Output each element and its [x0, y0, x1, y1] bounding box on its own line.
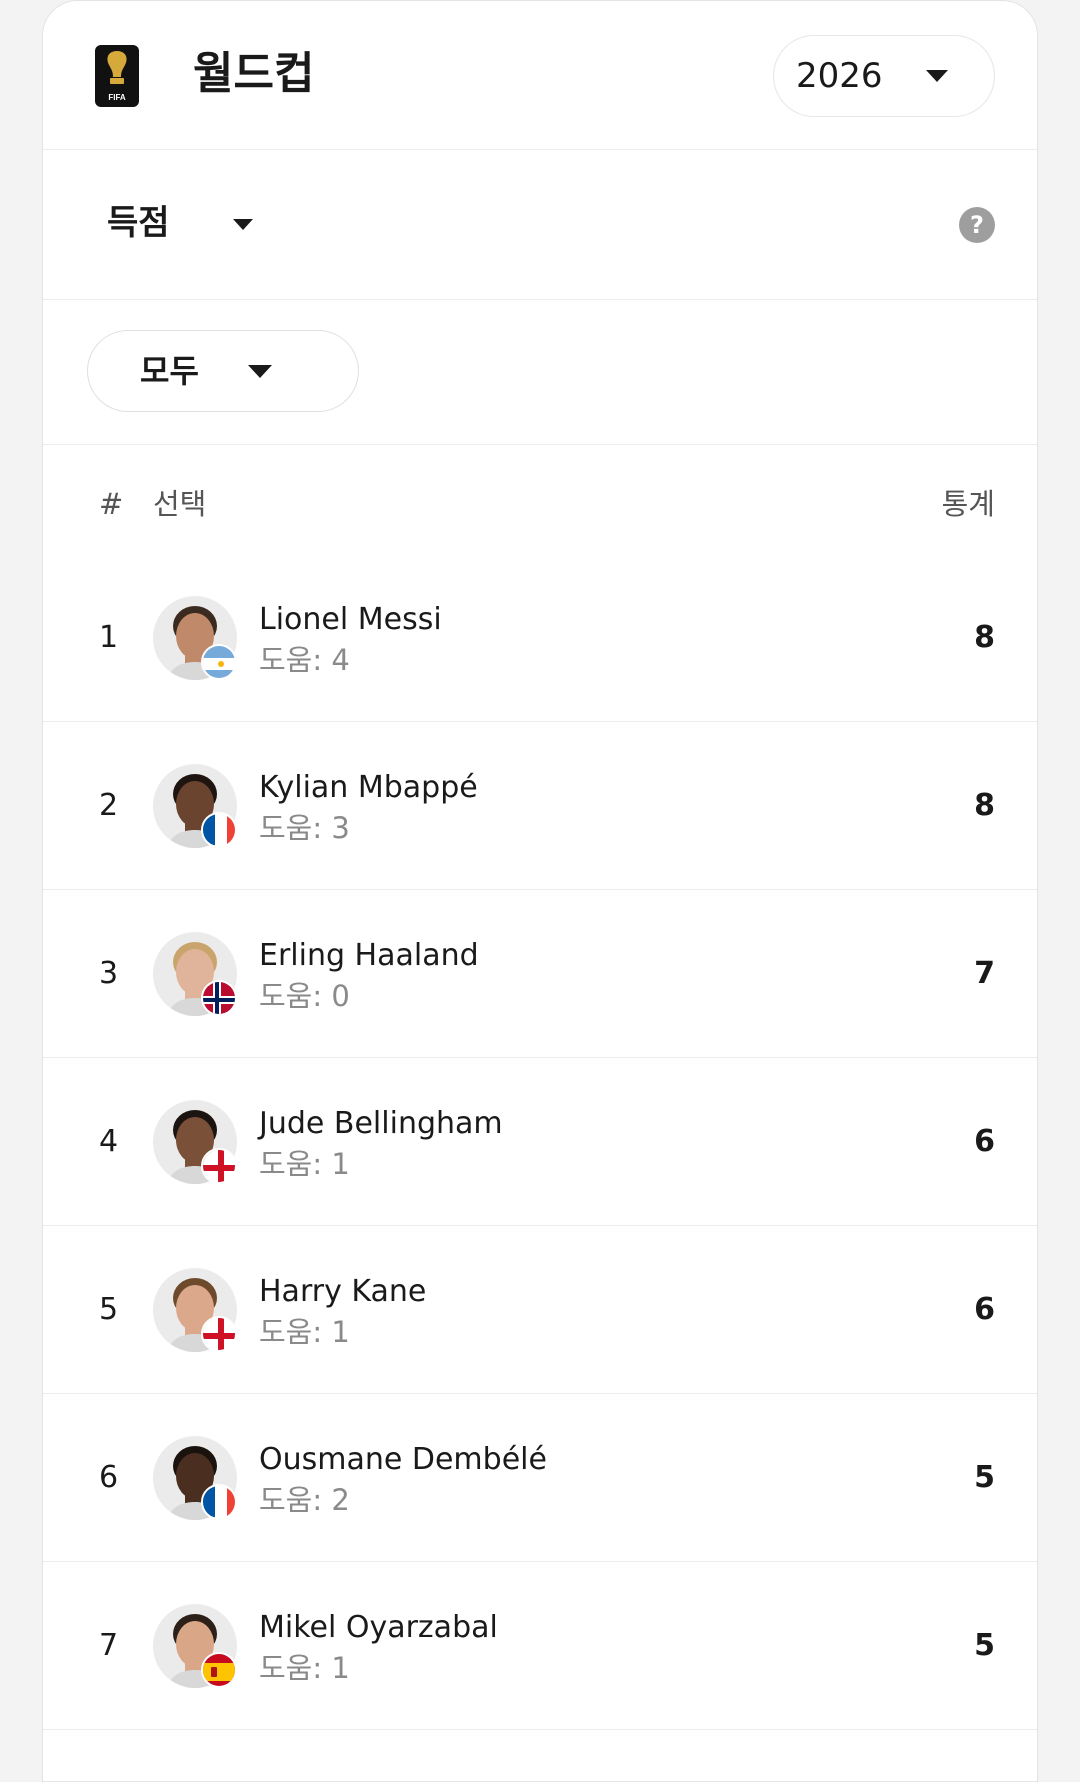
player-row[interactable]: 2 Kylian Mbappé 도움: 3 8	[43, 722, 1037, 890]
player-goals: 6	[974, 1292, 995, 1327]
player-assists: 도움: 1	[259, 1651, 350, 1685]
player-assists: 도움: 4	[259, 643, 350, 677]
stat-type-row: 득점 ?	[43, 149, 1037, 300]
season-select[interactable]: 2026	[773, 35, 995, 117]
player-row[interactable]: 5 Harry Kane 도움: 1 6	[43, 1226, 1037, 1394]
player-name: Jude Bellingham	[259, 1106, 503, 1141]
player-rank: 7	[99, 1628, 119, 1663]
player-avatar	[153, 1604, 237, 1688]
player-row[interactable]: 1 Lionel Messi 도움: 4 8	[43, 554, 1037, 722]
player-assists: 도움: 0	[259, 979, 350, 1013]
player-rank: 2	[99, 788, 119, 823]
player-row[interactable]: 3 Erling Haaland 도움: 0 7	[43, 890, 1037, 1058]
player-rank: 6	[99, 1460, 119, 1495]
player-name: Harry Kane	[259, 1274, 427, 1309]
player-avatar	[153, 764, 237, 848]
rank-column-header: #	[99, 487, 124, 521]
player-goals: 6	[974, 1124, 995, 1159]
player-row[interactable]: 4 Jude Bellingham 도움: 1 6	[43, 1058, 1037, 1226]
player-avatar	[153, 1268, 237, 1352]
player-name: Lionel Messi	[259, 602, 442, 637]
season-select-value: 2026	[796, 56, 883, 96]
player-goals: 8	[974, 620, 995, 655]
player-assists: 도움: 2	[259, 1483, 350, 1517]
france-flag-icon	[201, 812, 237, 848]
player-rank: 1	[99, 620, 119, 655]
player-list: 1 Lionel Messi 도움: 4 8 2 Kylian Mbappé 도…	[43, 554, 1037, 1730]
player-name: Mikel Oyarzabal	[259, 1610, 498, 1645]
player-row[interactable]: 7 Mikel Oyarzabal 도움: 1 5	[43, 1562, 1037, 1730]
player-goals: 8	[974, 788, 995, 823]
player-row[interactable]: 6 Ousmane Dembélé 도움: 2 5	[43, 1394, 1037, 1562]
player-column-header: 선택	[153, 487, 207, 521]
player-assists: 도움: 1	[259, 1147, 350, 1181]
stat-type-select[interactable]: 득점	[107, 199, 170, 247]
player-rank: 4	[99, 1124, 119, 1159]
player-assists: 도움: 3	[259, 811, 350, 845]
filter-row: 모두	[43, 299, 1037, 445]
player-goals: 7	[974, 956, 995, 991]
chevron-down-icon	[926, 70, 948, 82]
competition-title: 월드컵	[193, 48, 315, 99]
fifa-world-cup-logo: FIFA	[95, 45, 139, 107]
player-avatar	[153, 596, 237, 680]
player-name: Erling Haaland	[259, 938, 479, 973]
norway-flag-icon	[201, 980, 237, 1016]
england-flag-icon	[201, 1148, 237, 1184]
stat-column-header[interactable]: 통계	[942, 484, 995, 524]
player-avatar	[153, 1100, 237, 1184]
help-icon[interactable]: ?	[959, 207, 995, 243]
table-header: # 선택 통계	[43, 444, 1037, 554]
player-rank: 5	[99, 1292, 119, 1327]
svg-text:FIFA: FIFA	[108, 93, 126, 102]
spain-flag-icon	[201, 1652, 237, 1688]
chevron-down-icon	[248, 365, 272, 378]
france-flag-icon	[201, 1484, 237, 1520]
england-flag-icon	[201, 1316, 237, 1352]
chevron-down-icon[interactable]	[233, 219, 253, 230]
player-assists: 도움: 1	[259, 1315, 350, 1349]
player-avatar	[153, 932, 237, 1016]
competition-header: FIFA 월드컵 2026	[43, 1, 1037, 150]
player-avatar	[153, 1436, 237, 1520]
filter-select[interactable]: 모두	[87, 330, 359, 412]
world-cup-stats-card: FIFA 월드컵 2026 득점 ? 모두 # 선택 통계 1 Lionel M…	[42, 0, 1038, 1782]
player-name: Ousmane Dembélé	[259, 1442, 547, 1477]
argentina-flag-icon	[201, 644, 237, 680]
player-name: Kylian Mbappé	[259, 770, 478, 805]
player-goals: 5	[974, 1628, 995, 1663]
filter-select-value: 모두	[140, 352, 199, 390]
player-goals: 5	[974, 1460, 995, 1495]
player-rank: 3	[99, 956, 119, 991]
